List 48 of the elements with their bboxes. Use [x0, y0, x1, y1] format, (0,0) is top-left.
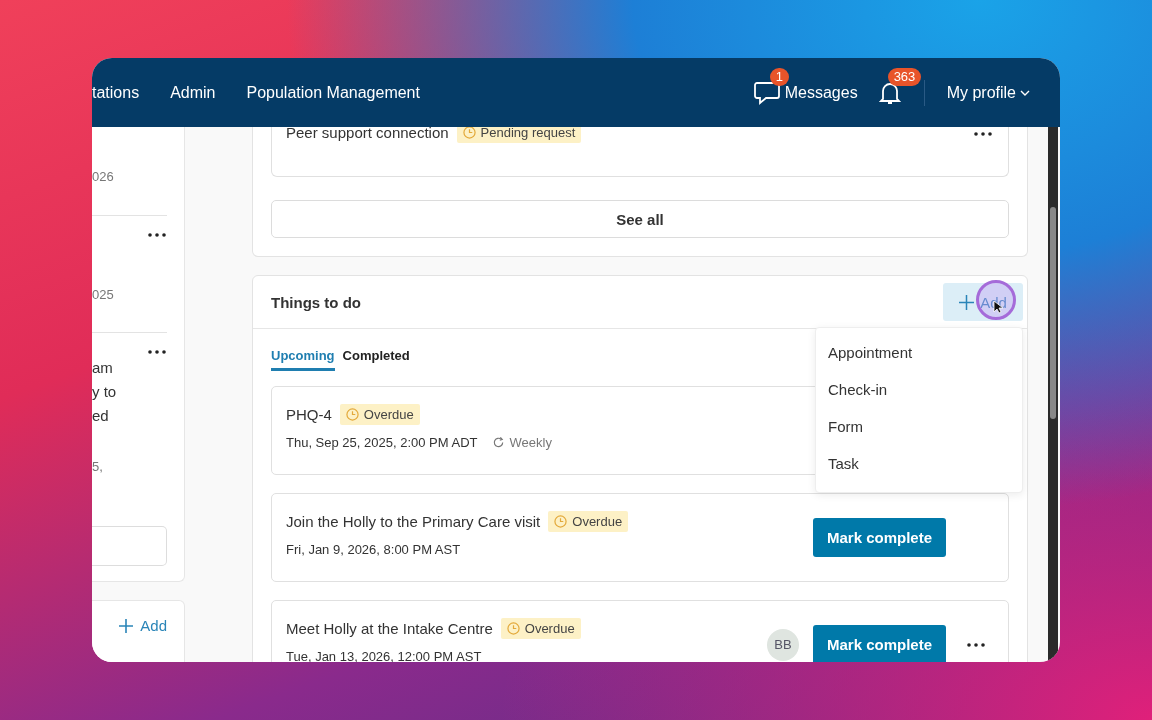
nav-link[interactable]: Admin: [170, 83, 216, 102]
entry-date: 025: [92, 286, 115, 304]
repeat-icon: [491, 436, 505, 449]
mark-complete-button[interactable]: Mark complete: [812, 518, 946, 557]
click-highlight: [976, 280, 1016, 320]
menu-item[interactable]: Appointment: [828, 344, 1010, 362]
item-title: PHQ-4: [286, 406, 332, 423]
repeat-label: Weekly: [509, 435, 552, 450]
more-icon[interactable]: [967, 642, 985, 647]
nav-link[interactable]: tations: [92, 83, 140, 102]
entry-text: am: [92, 358, 114, 378]
due-date: Tue, Jan 13, 2026, 12:00 PM AST: [286, 649, 482, 662]
status-badge: Overdue: [548, 511, 629, 532]
more-icon[interactable]: [974, 132, 992, 136]
due-date: Thu, Sep 25, 2025, 2:00 PM ADT: [286, 435, 478, 450]
scrollbar[interactable]: [1048, 127, 1058, 662]
avatar: BB: [766, 628, 799, 661]
plus-icon: [959, 294, 975, 310]
item-title: Meet Holly at the Intake Centre: [286, 620, 493, 637]
entry-text: ed: [92, 406, 110, 426]
mark-complete-button[interactable]: Mark complete: [812, 625, 946, 662]
menu-item[interactable]: Form: [828, 418, 1010, 436]
chat-bubble-icon: [752, 79, 781, 106]
count-badge: 1: [769, 67, 789, 86]
section-title: Things to do: [271, 293, 361, 311]
menu-item[interactable]: Task: [828, 455, 1010, 473]
count-badge: 363: [887, 67, 922, 86]
nav-link[interactable]: Population Management: [246, 83, 420, 102]
item-title: Peer support connection: [286, 127, 449, 141]
entry-date: 026: [92, 168, 115, 186]
menu-item[interactable]: Check-in: [828, 381, 1010, 399]
chevron-down-icon: [1020, 89, 1030, 96]
see-all-button[interactable]: See all: [271, 200, 1009, 238]
item-title: Join the Holly to the Primary Care visit: [286, 513, 541, 530]
status-badge: Overdue: [339, 404, 420, 425]
plus-icon: [119, 618, 134, 633]
more-icon[interactable]: [148, 233, 166, 237]
profile-menu[interactable]: My profile: [946, 83, 1030, 102]
add-button[interactable]: Add: [119, 617, 167, 634]
entry-text: y to: [92, 382, 118, 402]
due-date: Fri, Jan 9, 2026, 8:00 PM AST: [286, 542, 461, 557]
tab[interactable]: Upcoming: [271, 348, 335, 371]
status-badge: Pending request: [456, 127, 582, 143]
more-icon[interactable]: [148, 350, 166, 354]
input-field[interactable]: [92, 526, 167, 566]
status-badge: Overdue: [500, 618, 581, 639]
entry-date: 5,: [92, 458, 104, 476]
tab[interactable]: Completed: [342, 348, 410, 371]
